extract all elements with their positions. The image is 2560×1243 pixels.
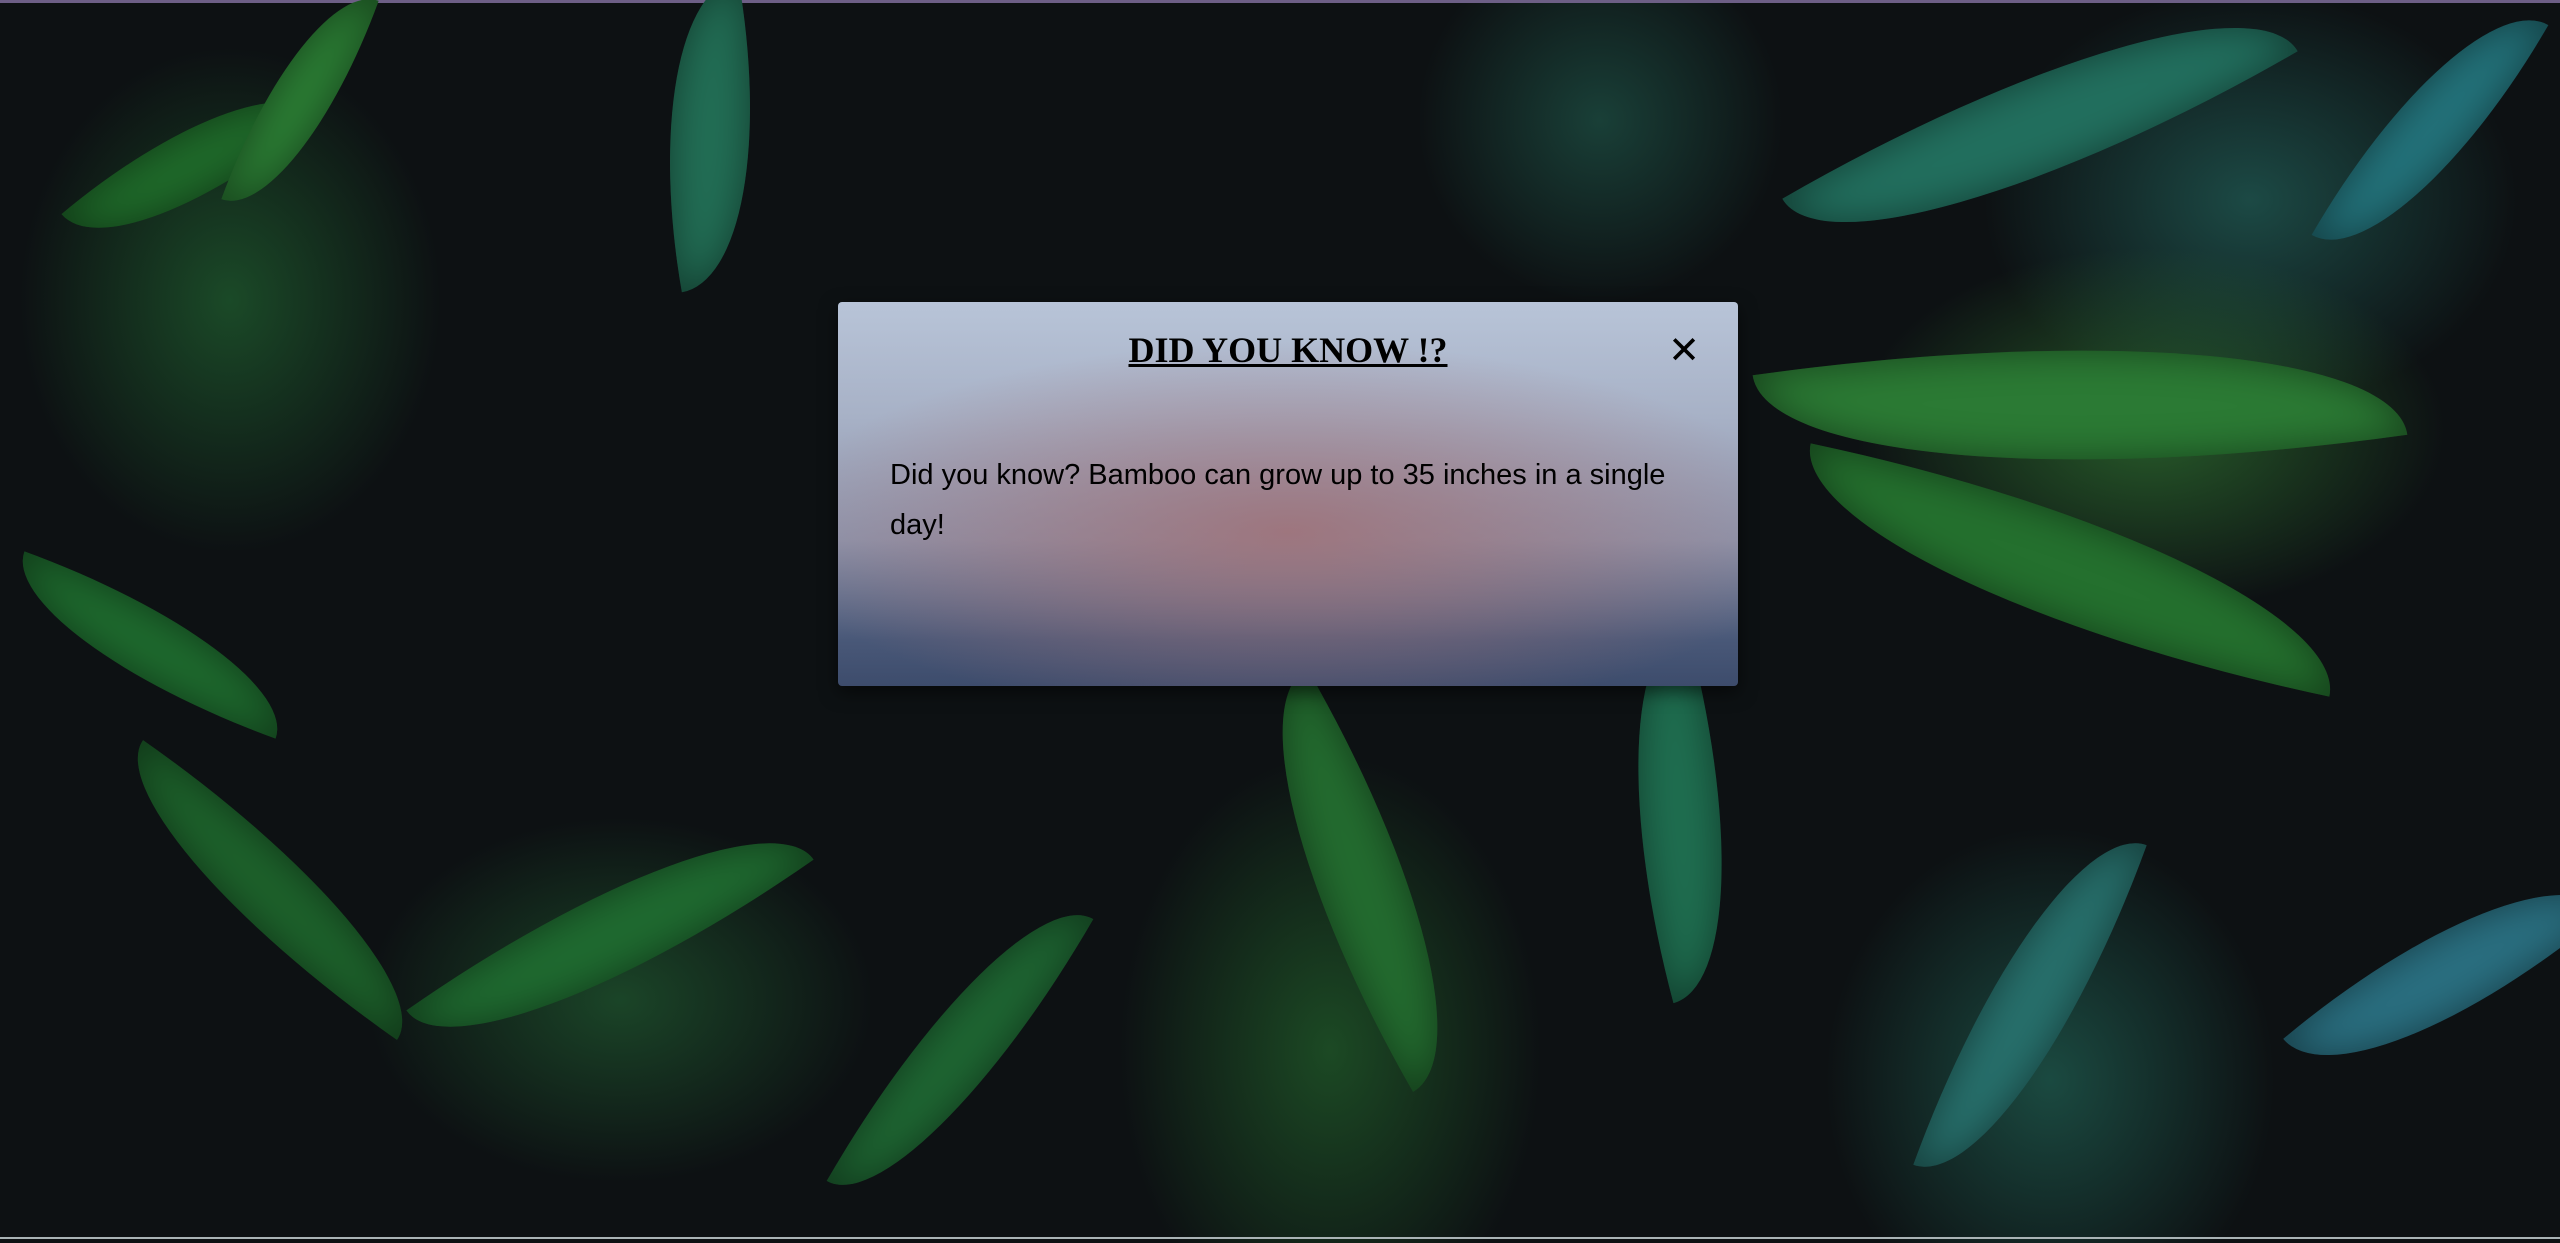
leaf-decoration <box>1913 807 2147 1203</box>
page-background: DID YOU KNOW !? ✕ Did you know? Bamboo c… <box>0 0 2560 1243</box>
top-border <box>0 0 2560 3</box>
modal-title: DID YOU KNOW !? <box>1128 330 1448 370</box>
leaf-decoration <box>2311 0 2549 285</box>
close-icon[interactable]: ✕ <box>1668 328 1700 372</box>
leaf-decoration <box>85 740 455 1040</box>
leaf-decoration <box>406 769 814 1101</box>
leaf-decoration <box>1781 443 2359 697</box>
fact-message: Did you know? Bamboo can grow up to 35 i… <box>890 459 1666 541</box>
leaf-decoration <box>1203 668 1517 1092</box>
leaf-decoration <box>0 551 307 739</box>
leaf-decoration <box>629 0 791 293</box>
leaf-decoration <box>1782 0 2298 312</box>
close-button[interactable]: ✕ <box>1662 326 1706 374</box>
leaf-decoration <box>826 869 1094 1231</box>
leaf-decoration <box>2283 826 2560 1124</box>
did-you-know-modal: DID YOU KNOW !? ✕ Did you know? Bamboo c… <box>838 302 1738 686</box>
bottom-border <box>0 1237 2560 1239</box>
